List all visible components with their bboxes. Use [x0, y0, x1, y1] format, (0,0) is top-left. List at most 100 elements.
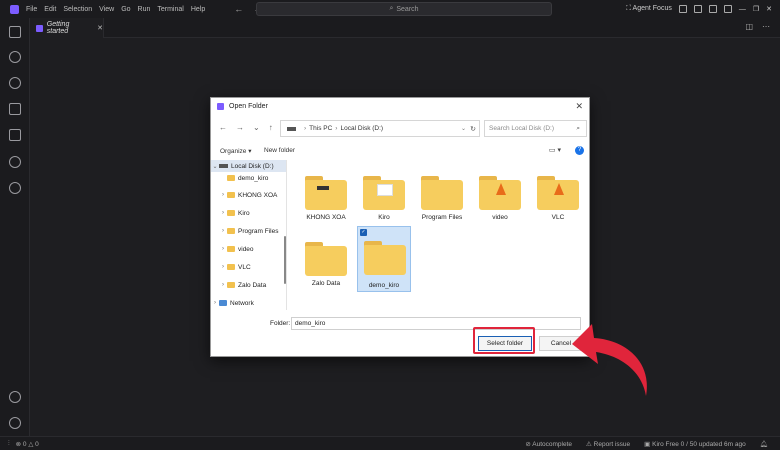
open-folder-dialog: Open Folder ✕ ← → ⌄ ↑ › This PC › Local …	[210, 97, 590, 357]
close-window-icon[interactable]: ✕	[766, 5, 772, 13]
layout-secondary-icon[interactable]	[708, 5, 717, 13]
menu-go[interactable]: Go	[121, 6, 130, 13]
close-tab-icon[interactable]: ✕	[97, 24, 103, 32]
autocomplete-status[interactable]: ⊘ Autocomplete	[525, 440, 572, 448]
minimize-icon[interactable]: —	[739, 6, 746, 13]
folder-label: Folder:	[270, 320, 291, 327]
source-control-icon[interactable]	[9, 77, 21, 89]
layout-panel-icon[interactable]	[693, 5, 702, 13]
account-icon[interactable]	[9, 391, 21, 403]
remote-status-icon[interactable]: ⫶	[8, 440, 10, 448]
expand-chevron-icon[interactable]: ›	[219, 192, 227, 198]
folder-item-kiro[interactable]: Kiro	[359, 166, 409, 232]
folder-item-video[interactable]: video	[475, 166, 525, 232]
settings-gear-icon[interactable]	[9, 417, 21, 429]
split-editor-icon[interactable]: ◫	[745, 22, 753, 31]
menu-run[interactable]: Run	[138, 6, 151, 13]
nav-scrollbar[interactable]	[284, 236, 286, 284]
search-view-icon[interactable]	[9, 51, 21, 63]
run-debug-icon[interactable]	[9, 103, 21, 115]
explorer-icon[interactable]	[9, 26, 21, 38]
folder-item-program-files[interactable]: Program Files	[417, 166, 467, 232]
report-issue-status[interactable]: ⚠ Report issue	[586, 440, 630, 448]
nav-vlc[interactable]: › VLC	[219, 261, 251, 273]
folder-item-demo-kiro[interactable]: ✓ demo_kiro	[357, 226, 411, 292]
new-folder-button[interactable]: New folder	[264, 147, 295, 154]
menu-selection[interactable]: Selection	[63, 6, 92, 13]
folder-icon	[227, 282, 235, 288]
address-bar[interactable]: › This PC › Local Disk (D:) ⌄ ↻	[280, 120, 480, 137]
extensions-icon[interactable]	[9, 129, 21, 141]
more-actions-icon[interactable]: ⋯	[762, 22, 770, 31]
view-options-icon[interactable]: ▭ ▾	[549, 146, 561, 154]
expand-chevron-icon[interactable]: ›	[219, 264, 227, 270]
folder-icon	[227, 246, 235, 252]
back-arrow-icon[interactable]: ←	[234, 4, 243, 14]
nav-network[interactable]: › Network	[211, 297, 254, 309]
nav-khong-xoa[interactable]: › KHONG XOA	[219, 189, 277, 201]
kiro-logo-icon	[10, 4, 19, 14]
folder-icon	[305, 176, 347, 210]
customize-layout-icon[interactable]	[723, 5, 732, 13]
dialog-title: Open Folder	[229, 102, 268, 110]
folder-item-zalo-data[interactable]: Zalo Data	[301, 232, 351, 298]
expand-chevron-icon[interactable]: ›	[219, 210, 227, 216]
file-list: KHONG XOA Kiro Program Files video VLC Z…	[291, 160, 587, 310]
forward-icon[interactable]: →	[236, 123, 244, 132]
command-search[interactable]: ⌕ Search	[256, 2, 552, 16]
folder-icon	[227, 192, 235, 198]
nav-program-files[interactable]: › Program Files	[219, 225, 278, 237]
warning-icon: △	[28, 440, 34, 448]
breadcrumb-local-disk[interactable]: Local Disk (D:)	[340, 125, 383, 132]
remote-icon[interactable]	[9, 182, 21, 194]
refresh-icon[interactable]: ↻	[470, 125, 476, 133]
organize-button[interactable]: Organize ▾	[220, 147, 251, 155]
menu-help[interactable]: Help	[191, 6, 205, 13]
collapse-chevron-icon[interactable]: ⌄	[211, 163, 219, 170]
nav-video[interactable]: › video	[219, 243, 254, 255]
restore-icon[interactable]: ❐	[753, 5, 759, 13]
tab-getting-started[interactable]: Getting started ✕	[30, 18, 104, 38]
agent-focus-button[interactable]: ⛶ Agent Focus	[626, 5, 672, 13]
report-issue-icon: ⚠	[586, 440, 592, 448]
agent-focus-icon: ⛶	[626, 5, 631, 12]
plan-status[interactable]: ▣ Kiro Free 0 / 50 updated 6m ago	[644, 440, 746, 448]
folder-icon	[227, 210, 235, 216]
folder-item-khong-xoa[interactable]: KHONG XOA	[301, 166, 351, 232]
help-icon[interactable]: ?	[575, 146, 584, 155]
folder-icon	[421, 176, 463, 210]
expand-chevron-icon[interactable]: ›	[219, 246, 227, 252]
nav-demo-kiro[interactable]: demo_kiro	[227, 172, 268, 184]
menu-file[interactable]: File	[26, 6, 37, 13]
notifications-icon[interactable]: 🔔︎	[760, 440, 768, 448]
expand-chevron-icon[interactable]: ›	[219, 228, 227, 234]
breadcrumb-this-pc[interactable]: This PC	[309, 125, 332, 132]
folder-item-vlc[interactable]: VLC	[533, 166, 583, 232]
expand-chevron-icon[interactable]: ›	[219, 282, 227, 288]
recent-locations-icon[interactable]: ⌄	[253, 123, 260, 132]
folder-name: video	[492, 214, 508, 221]
expand-chevron-icon[interactable]: ›	[211, 300, 219, 306]
checkbox-checked-icon[interactable]: ✓	[360, 229, 367, 236]
nav-local-disk[interactable]: ⌄ Local Disk (D:)	[211, 160, 286, 172]
layout-sidebar-icon[interactable]	[678, 5, 687, 13]
folder-input[interactable]: demo_kiro	[291, 317, 581, 330]
back-icon[interactable]: ←	[219, 123, 227, 132]
folder-name: Program Files	[421, 214, 463, 221]
dialog-title-bar: Open Folder	[211, 98, 589, 114]
menu-edit[interactable]: Edit	[44, 6, 56, 13]
nav-zalo-data[interactable]: › Zalo Data	[219, 279, 266, 291]
dialog-close-icon[interactable]: ✕	[575, 101, 583, 112]
status-bar: ⫶ ⊗ 0 △ 0 ⊘ Autocomplete ⚠ Report issue …	[0, 436, 780, 450]
folder-name: KHONG XOA	[306, 214, 346, 221]
problems-status[interactable]: ⊗ 0 △ 0	[16, 440, 39, 448]
menu-view[interactable]: View	[99, 6, 114, 13]
nav-kiro[interactable]: › Kiro	[219, 207, 250, 219]
menu-terminal[interactable]: Terminal	[157, 6, 183, 13]
kiro-ghost-icon[interactable]	[9, 156, 21, 168]
cancel-button[interactable]: Cancel	[539, 336, 583, 351]
up-icon[interactable]: ↑	[269, 123, 273, 132]
dialog-search-input[interactable]: Search Local Disk (D:) ⌕	[484, 120, 587, 137]
folder-vlc-icon	[537, 176, 579, 210]
address-dropdown-icon[interactable]: ⌄	[461, 125, 466, 132]
